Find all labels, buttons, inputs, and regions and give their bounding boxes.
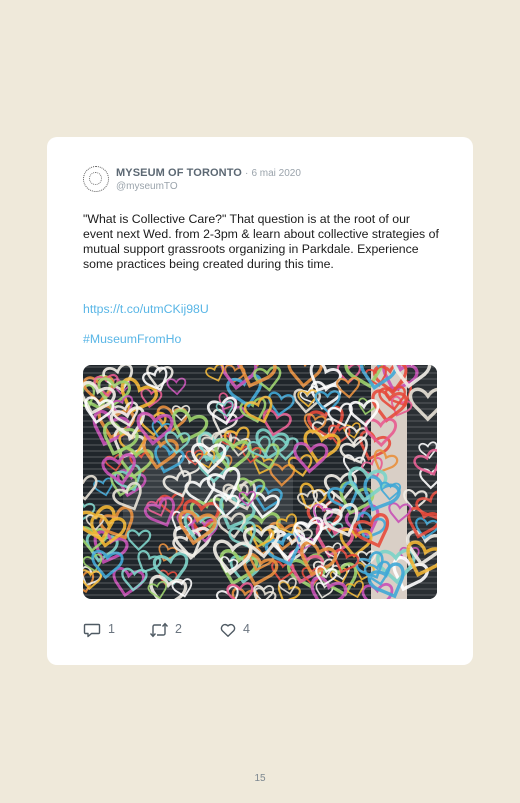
tweet-date[interactable]: 6 mai 2020: [251, 168, 300, 179]
reply-icon: [83, 623, 101, 638]
reply-button[interactable]: 1: [83, 621, 123, 639]
tweet-hashtag[interactable]: #MuseumFromHo: [83, 332, 181, 346]
avatar[interactable]: [83, 166, 109, 192]
like-button[interactable]: 4: [219, 621, 259, 639]
retweet-button[interactable]: 2: [149, 621, 189, 639]
like-count: 4: [243, 622, 250, 636]
author-handle[interactable]: @myseumTO: [116, 181, 178, 192]
tweet-header: MYSEUM OF TORONTO · 6 mai 2020 @myseumTO: [83, 165, 443, 195]
graffiti-hearts-image: [83, 365, 437, 599]
tweet-card: MYSEUM OF TORONTO · 6 mai 2020 @myseumTO…: [47, 137, 473, 665]
reply-count: 1: [108, 622, 115, 636]
page-number: 15: [254, 773, 266, 784]
meta-separator: ·: [245, 168, 249, 179]
tweet-link[interactable]: https://t.co/utmCKij98U: [83, 302, 209, 316]
author-line: MYSEUM OF TORONTO · 6 mai 2020: [116, 167, 301, 179]
tweet-text: "What is Collective Care?" That question…: [83, 212, 439, 271]
author-name[interactable]: MYSEUM OF TORONTO: [116, 167, 242, 179]
tweet-photo[interactable]: [83, 365, 437, 599]
retweet-count: 2: [175, 622, 182, 636]
tweet-actions: 1 2 4: [83, 621, 383, 639]
heart-icon: [220, 623, 236, 637]
retweet-icon: [149, 622, 169, 638]
